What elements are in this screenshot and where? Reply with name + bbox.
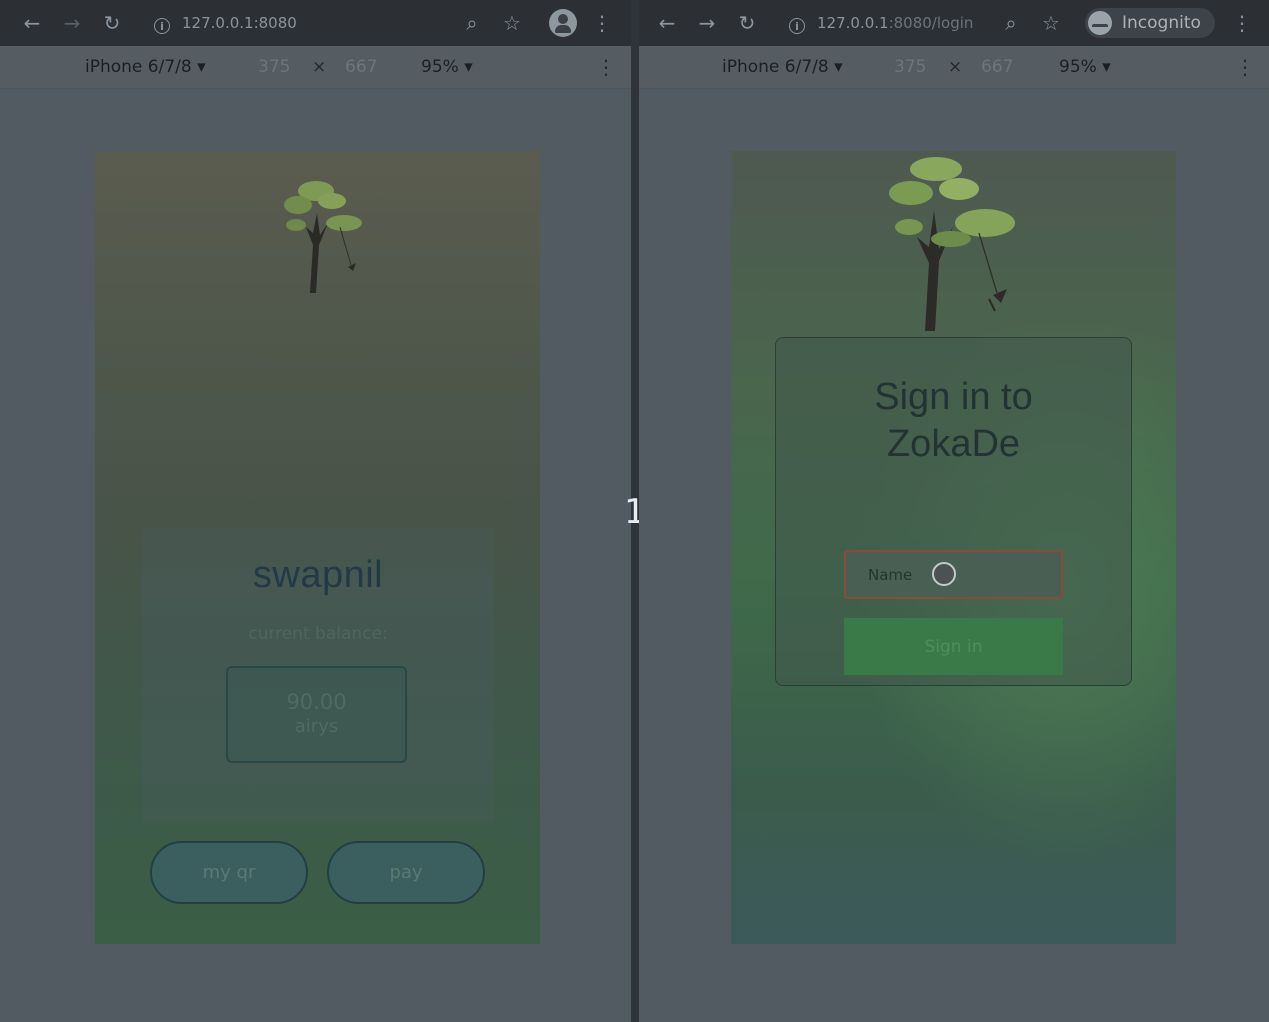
device-name: iPhone 6/7/8 — [722, 57, 829, 77]
dropdown-arrow-icon: ▾ — [834, 57, 843, 77]
device-menu-icon[interactable]: ⋮ — [596, 56, 616, 78]
balance-unit: airys — [294, 716, 339, 737]
tree-illustration — [284, 181, 362, 293]
balance-card: swapnil current balance: 90.00 airys — [142, 528, 494, 821]
login-title-line1: Sign in to — [874, 376, 1033, 418]
width-field[interactable]: 375 — [258, 56, 290, 78]
incognito-badge[interactable]: Incognito — [1085, 8, 1215, 38]
left-browser-window: ← → ↻ i 127.0.0.1:8080 ⌕ ☆ ⋮ iPhone 6/7/8… — [0, 0, 631, 1022]
login-title: Sign in to ZokaDe — [776, 374, 1131, 468]
star-icon[interactable]: ☆ — [497, 8, 527, 38]
username: swapnil — [252, 554, 384, 596]
reload-icon[interactable]: ↻ — [732, 8, 762, 38]
menu-dots-icon[interactable]: ⋮ — [587, 8, 617, 38]
times-icon: × — [312, 57, 327, 77]
balance-box: 90.00 airys — [226, 666, 407, 763]
device-select[interactable]: iPhone 6/7/8 ▾ — [722, 56, 843, 78]
url-text: 127.0.0.1:8080 — [182, 14, 297, 32]
zoom-icon[interactable]: ⌕ — [457, 8, 487, 38]
touch-cursor-icon — [932, 562, 956, 586]
device-toolbar: iPhone 6/7/8 ▾ 375 × 667 95% ▾ ⋮ — [639, 46, 1269, 89]
incognito-label: Incognito — [1122, 13, 1201, 33]
tree-illustration — [889, 157, 1015, 331]
forward-arrow-icon[interactable]: → — [692, 8, 722, 38]
times-icon: × — [948, 57, 963, 77]
login-title-line2: ZokaDe — [886, 423, 1021, 465]
device-select[interactable]: iPhone 6/7/8 ▾ — [85, 56, 206, 78]
star-icon[interactable]: ☆ — [1036, 8, 1066, 38]
info-icon[interactable]: i — [789, 18, 805, 34]
zoom-icon[interactable]: ⌕ — [996, 8, 1026, 38]
device-menu-icon[interactable]: ⋮ — [1235, 56, 1255, 78]
zoom-select[interactable]: 95% ▾ — [421, 56, 473, 78]
device-viewport: Sign in to ZokaDe Sign in — [731, 151, 1176, 944]
browser-toolbar: ← → ↻ i 127.0.0.1:8080 ⌕ ☆ ⋮ — [0, 0, 631, 46]
sign-in-button[interactable]: Sign in — [844, 618, 1063, 675]
device-viewport: swapnil current balance: 90.00 airys my … — [95, 151, 540, 944]
right-browser-window: ← → ↻ i 127.0.0.1:8080/login ⌕ ☆ Incognit… — [639, 0, 1269, 1022]
back-arrow-icon[interactable]: ← — [17, 8, 47, 38]
menu-dots-icon[interactable]: ⋮ — [1227, 8, 1257, 38]
zoom-select[interactable]: 95% ▾ — [1059, 56, 1111, 78]
address-bar[interactable]: i 127.0.0.1:8080 — [154, 12, 297, 34]
pay-button[interactable]: pay — [327, 841, 485, 904]
device-toolbar: iPhone 6/7/8 ▾ 375 × 667 95% ▾ ⋮ — [0, 46, 631, 89]
height-field[interactable]: 667 — [345, 56, 377, 78]
zoom-value: 95% — [421, 57, 459, 77]
profile-icon[interactable] — [549, 9, 577, 37]
balance-label: current balance: — [248, 624, 388, 644]
dropdown-arrow-icon: ▾ — [464, 57, 473, 77]
dropdown-arrow-icon: ▾ — [1102, 57, 1111, 77]
height-field[interactable]: 667 — [981, 56, 1013, 78]
address-bar[interactable]: i 127.0.0.1:8080/login — [789, 12, 973, 34]
dropdown-arrow-icon: ▾ — [197, 57, 206, 77]
my-qr-button[interactable]: my qr — [150, 841, 308, 904]
incognito-icon — [1088, 11, 1112, 35]
login-card: Sign in to ZokaDe Sign in — [775, 337, 1132, 686]
url-path: :8080/login — [888, 14, 974, 32]
forward-arrow-icon[interactable]: → — [57, 8, 87, 38]
balance-amount: 90.00 — [286, 690, 347, 714]
back-arrow-icon[interactable]: ← — [652, 8, 682, 38]
browser-toolbar: ← → ↻ i 127.0.0.1:8080/login ⌕ ☆ Incognit… — [639, 0, 1269, 46]
url-host: 127.0.0.1 — [817, 14, 889, 32]
zoom-value: 95% — [1059, 57, 1097, 77]
info-icon[interactable]: i — [154, 18, 170, 34]
width-field[interactable]: 375 — [894, 56, 926, 78]
device-name: iPhone 6/7/8 — [85, 57, 192, 77]
reload-icon[interactable]: ↻ — [97, 8, 127, 38]
